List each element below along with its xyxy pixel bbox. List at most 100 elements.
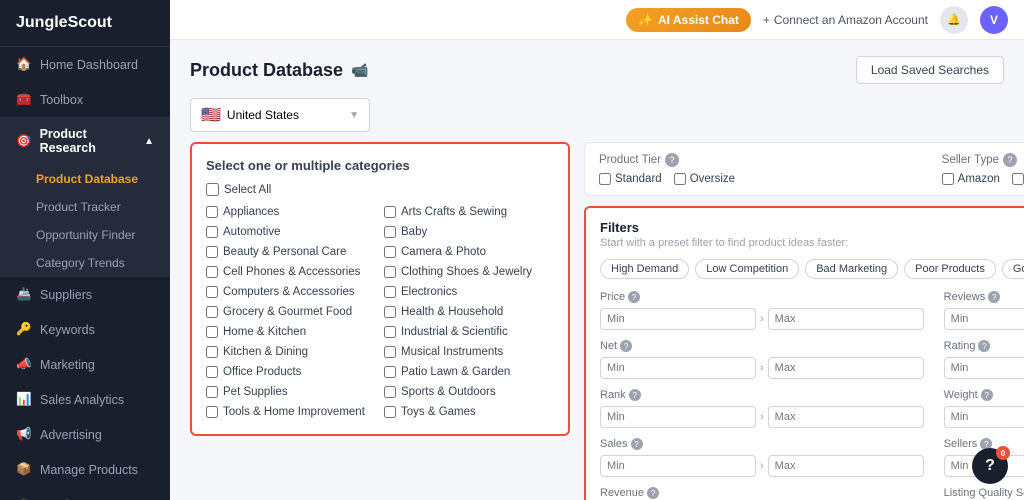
country-flag: 🇺🇸 bbox=[201, 105, 221, 125]
revenue-label: Revenue ? bbox=[600, 487, 924, 499]
sidebar-item-home-dashboard[interactable]: 🏠 Home Dashboard bbox=[0, 47, 170, 82]
listing-quality-label: Listing Quality Score ? bbox=[944, 487, 1024, 499]
category-industrial-checkbox[interactable] bbox=[384, 326, 396, 338]
category-musical-checkbox[interactable] bbox=[384, 346, 396, 358]
sidebar-logo: JungleScout bbox=[0, 0, 170, 47]
main-panel: ✨ AI Assist Chat + Connect an Amazon Acc… bbox=[170, 0, 1024, 500]
marketing-icon: 📣 bbox=[16, 357, 32, 372]
category-beauty-checkbox[interactable] bbox=[206, 246, 218, 258]
categories-title-plain: Select one or bbox=[206, 158, 288, 173]
price-filter-group: Price ? › bbox=[600, 291, 924, 330]
standard-checkbox[interactable] bbox=[599, 173, 611, 185]
price-min-input[interactable] bbox=[600, 308, 756, 330]
category-item: Computers & Accessories bbox=[206, 284, 376, 300]
product-tier-options: Standard Oversize bbox=[599, 173, 926, 185]
reviews-filter-group: Reviews ? › bbox=[944, 291, 1024, 330]
preset-poor-products[interactable]: Poor Products bbox=[904, 259, 996, 279]
reviews-help-icon: ? bbox=[988, 291, 1000, 303]
sidebar-sub-item-label: Category Trends bbox=[36, 256, 125, 270]
weight-range: › bbox=[944, 406, 1024, 428]
reviews-min-input[interactable] bbox=[944, 308, 1024, 330]
category-item: Tools & Home Improvement bbox=[206, 404, 376, 420]
preset-low-competition[interactable]: Low Competition bbox=[695, 259, 799, 279]
sales-min-input[interactable] bbox=[600, 455, 756, 477]
category-computers-checkbox[interactable] bbox=[206, 286, 218, 298]
sidebar-item-manage-products[interactable]: 📦 Manage Products bbox=[0, 452, 170, 487]
category-baby-checkbox[interactable] bbox=[384, 226, 396, 238]
category-toys-checkbox[interactable] bbox=[384, 406, 396, 418]
rating-min-input[interactable] bbox=[944, 357, 1024, 379]
sidebar-item-toolbox[interactable]: 🧰 Toolbox bbox=[0, 82, 170, 117]
category-pet-checkbox[interactable] bbox=[206, 386, 218, 398]
revenue-filter-group: Revenue ? › bbox=[600, 487, 924, 500]
weight-min-input[interactable] bbox=[944, 406, 1024, 428]
category-cell-phones-checkbox[interactable] bbox=[206, 266, 218, 278]
category-office-checkbox[interactable] bbox=[206, 366, 218, 378]
category-label: Toys & Games bbox=[401, 406, 476, 418]
sidebar-item-keywords[interactable]: 🔑 Keywords bbox=[0, 312, 170, 347]
category-arts-checkbox[interactable] bbox=[384, 206, 396, 218]
price-max-input[interactable] bbox=[768, 308, 924, 330]
category-sports-checkbox[interactable] bbox=[384, 386, 396, 398]
sidebar-sub-item-category-trends[interactable]: Category Trends bbox=[0, 249, 170, 277]
fba-checkbox-item[interactable]: FBA bbox=[1012, 173, 1024, 185]
ai-assist-button[interactable]: ✨ AI Assist Chat bbox=[626, 8, 751, 32]
sidebar-item-sales-analytics[interactable]: 📊 Sales Analytics bbox=[0, 382, 170, 417]
category-item: Musical Instruments bbox=[384, 344, 554, 360]
sidebar-item-academy[interactable]: 🎓 Academy bbox=[0, 487, 170, 500]
select-all-checkbox[interactable] bbox=[206, 183, 219, 196]
product-tier-group: Product Tier ? Standard Oversize bbox=[599, 153, 926, 185]
plus-icon: + bbox=[763, 13, 770, 27]
weight-filter-group: Weight ? › bbox=[944, 389, 1024, 428]
category-item: Beauty & Personal Care bbox=[206, 244, 376, 260]
rank-max-input[interactable] bbox=[768, 406, 924, 428]
category-item: Clothing Shoes & Jewelry bbox=[384, 264, 554, 280]
sidebar-section-header-product-research[interactable]: 🎯 Product Research ▲ bbox=[0, 117, 170, 165]
category-home-kitchen-checkbox[interactable] bbox=[206, 326, 218, 338]
user-avatar-button[interactable]: V bbox=[980, 6, 1008, 34]
sidebar-item-suppliers[interactable]: 🚢 Suppliers bbox=[0, 277, 170, 312]
sidebar-sub-item-product-tracker[interactable]: Product Tracker bbox=[0, 193, 170, 221]
fba-checkbox[interactable] bbox=[1012, 173, 1024, 185]
standard-checkbox-item[interactable]: Standard bbox=[599, 173, 662, 185]
preset-good-roi[interactable]: Good ROI bbox=[1002, 259, 1024, 279]
sidebar-sub-item-product-database[interactable]: Product Database bbox=[0, 165, 170, 193]
category-electronics-checkbox[interactable] bbox=[384, 286, 396, 298]
net-label: Net ? bbox=[600, 340, 924, 352]
category-automotive-checkbox[interactable] bbox=[206, 226, 218, 238]
category-health-checkbox[interactable] bbox=[384, 306, 396, 318]
select-all-label: Select All bbox=[224, 184, 271, 196]
category-clothing-checkbox[interactable] bbox=[384, 266, 396, 278]
connect-account-button[interactable]: + Connect an Amazon Account bbox=[763, 13, 928, 27]
category-kitchen-dining-checkbox[interactable] bbox=[206, 346, 218, 358]
category-appliances-checkbox[interactable] bbox=[206, 206, 218, 218]
category-camera-checkbox[interactable] bbox=[384, 246, 396, 258]
category-patio-checkbox[interactable] bbox=[384, 366, 396, 378]
preset-high-demand[interactable]: High Demand bbox=[600, 259, 689, 279]
sidebar-item-marketing[interactable]: 📣 Marketing bbox=[0, 347, 170, 382]
rank-range: › bbox=[600, 406, 924, 428]
load-saved-searches-button[interactable]: Load Saved Searches bbox=[856, 56, 1004, 84]
oversize-checkbox[interactable] bbox=[674, 173, 686, 185]
product-research-icon: 🎯 bbox=[16, 134, 32, 149]
amazon-checkbox-item[interactable]: Amazon bbox=[942, 173, 1000, 185]
rank-min-input[interactable] bbox=[600, 406, 756, 428]
notification-bell-button[interactable]: 🔔 bbox=[940, 6, 968, 34]
sidebar-sub-item-opportunity-finder[interactable]: Opportunity Finder bbox=[0, 221, 170, 249]
category-grocery-checkbox[interactable] bbox=[206, 306, 218, 318]
net-max-input[interactable] bbox=[768, 357, 924, 379]
sidebar-section-label: Product Research bbox=[40, 127, 137, 155]
suppliers-icon: 🚢 bbox=[16, 287, 32, 302]
sidebar-item-advertising[interactable]: 📢 Advertising bbox=[0, 417, 170, 452]
sales-max-input[interactable] bbox=[768, 455, 924, 477]
preset-bad-marketing[interactable]: Bad Marketing bbox=[805, 259, 898, 279]
country-selector[interactable]: 🇺🇸 United States ▼ bbox=[190, 98, 370, 132]
amazon-checkbox[interactable] bbox=[942, 173, 954, 185]
category-tools-checkbox[interactable] bbox=[206, 406, 218, 418]
bell-icon: 🔔 bbox=[947, 13, 961, 26]
oversize-checkbox-item[interactable]: Oversize bbox=[674, 173, 735, 185]
net-min-input[interactable] bbox=[600, 357, 756, 379]
category-label: Patio Lawn & Garden bbox=[401, 366, 510, 378]
help-badge-button[interactable]: ? 0 bbox=[972, 448, 1008, 484]
category-label: Automotive bbox=[223, 226, 281, 238]
